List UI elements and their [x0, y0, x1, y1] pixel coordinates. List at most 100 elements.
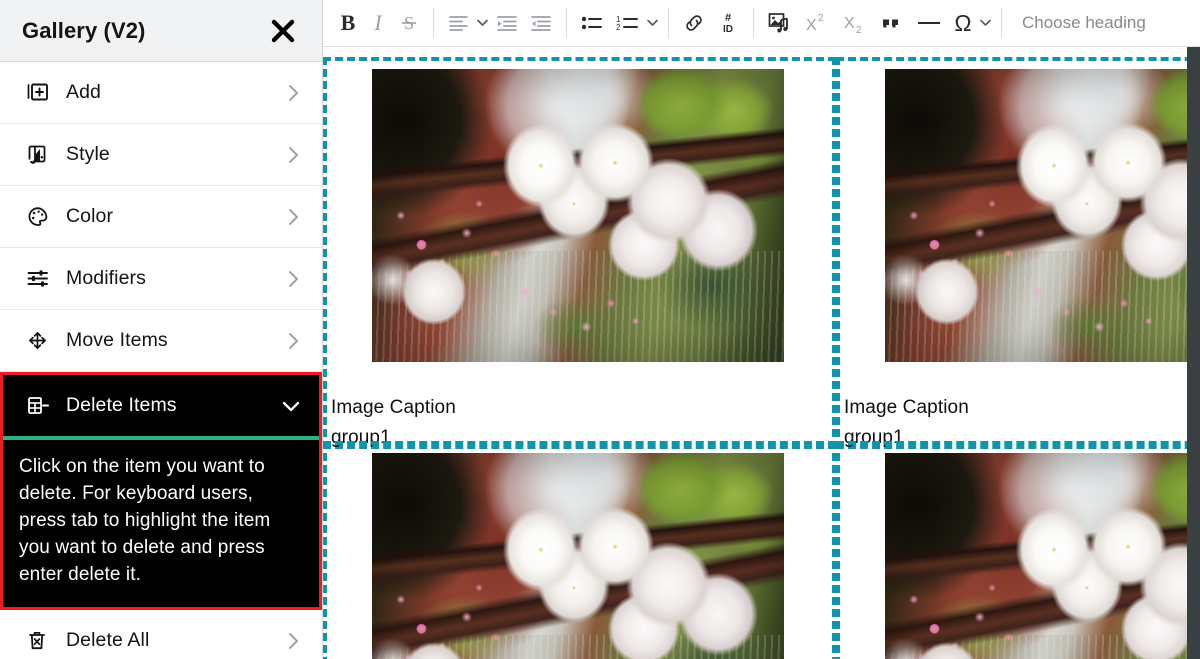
chevron-right-icon: [284, 269, 304, 289]
sidebar-item-delete-items[interactable]: Delete Items: [3, 375, 319, 436]
sidebar-menu: Add Style Color Modifiers Move Items Del…: [0, 62, 322, 659]
editor-toolbar: B I S 1 2 # ID X 2 X 2 Ω Choose heading: [323, 0, 1200, 47]
anchor-id-button[interactable]: # ID: [711, 3, 745, 43]
svg-text:X: X: [844, 15, 855, 32]
chevron-down-icon: [979, 19, 991, 26]
svg-text:2: 2: [818, 13, 824, 24]
move-arrows-icon: [24, 327, 52, 355]
list-dropdown[interactable]: [644, 19, 660, 27]
strikethrough-button[interactable]: S: [393, 3, 425, 43]
superscript-button[interactable]: X 2: [798, 3, 836, 43]
toolbar-separator: [1001, 8, 1002, 38]
sidebar-item-move-items[interactable]: Move Items: [0, 310, 322, 372]
photo-vignette: [885, 453, 1200, 659]
trash-x-icon: [24, 627, 52, 655]
gallery-item[interactable]: [323, 441, 836, 659]
indent-button[interactable]: [490, 3, 524, 43]
photo-vignette: [885, 69, 1200, 362]
numbered-list-button[interactable]: 1 2: [609, 3, 645, 43]
sidebar-item-style[interactable]: Style: [0, 124, 322, 186]
italic-glyph: I: [374, 10, 382, 35]
sidebar-item-add[interactable]: Add: [0, 62, 322, 124]
bullet-list-button[interactable]: [575, 3, 609, 43]
media-icon: [768, 12, 788, 32]
chevron-down-icon: [281, 396, 301, 416]
gallery-settings-sidebar: Gallery (V2) Add Style Color Modifiers M…: [0, 0, 323, 659]
delete-items-icon: [24, 392, 52, 420]
photo-vignette: [372, 453, 784, 659]
link-icon: [686, 15, 702, 31]
toolbar-separator: [566, 8, 567, 38]
gallery-item[interactable]: [836, 441, 1200, 659]
close-icon: [271, 19, 295, 42]
gallery-item[interactable]: Image Caption group1: [836, 57, 1200, 449]
sidebar-item-delete-all[interactable]: Delete All: [0, 609, 322, 659]
heading-select[interactable]: Choose heading: [1010, 13, 1146, 33]
gallery-item[interactable]: Image Caption group1: [323, 57, 836, 449]
sidebar-header: Gallery (V2): [0, 0, 322, 62]
editor-canvas: Image Caption group1 Image Caption group…: [323, 47, 1200, 659]
gallery-image[interactable]: [885, 453, 1200, 659]
image-caption: Image Caption: [844, 397, 969, 418]
indent-icon: [497, 16, 517, 31]
gallery-image[interactable]: [372, 69, 784, 362]
editor-window: B I S 1 2 # ID X 2 X 2 Ω Choose heading …: [0, 0, 1200, 659]
media-button[interactable]: [762, 3, 798, 43]
close-button[interactable]: [266, 14, 300, 48]
sidebar-scrollbar[interactable]: [1187, 47, 1200, 659]
numbered-list-icon: 1 2: [616, 15, 638, 31]
align-dropdown[interactable]: [474, 19, 490, 27]
sidebar-item-label: Delete Items: [66, 394, 177, 416]
horizontal-rule-button[interactable]: [910, 3, 948, 43]
subscript-icon: X 2: [844, 15, 862, 34]
toolbar-separator: [433, 8, 434, 38]
photo-vignette: [372, 69, 784, 362]
horizontal-rule-icon: [918, 22, 940, 24]
special-char-dropdown[interactable]: [977, 19, 993, 27]
delete-items-instructions: Click on the item you want to delete. Fo…: [3, 440, 319, 607]
strikethrough-icon: S: [402, 13, 416, 33]
chevron-right-icon: [284, 207, 304, 227]
sidebar-item-label: Delete All: [66, 629, 150, 652]
style-swatch-icon: [24, 141, 52, 169]
gallery-image[interactable]: [372, 453, 784, 659]
bold-glyph: B: [340, 10, 356, 35]
sidebar-item-color[interactable]: Color: [0, 186, 322, 248]
blockquote-button[interactable]: [874, 3, 910, 43]
quote-icon: [883, 19, 898, 28]
sidebar-item-label: Style: [66, 143, 110, 165]
svg-text:2: 2: [856, 25, 862, 34]
toolbar-separator: [753, 8, 754, 38]
sidebar-item-label: Color: [66, 205, 114, 227]
chevron-right-icon: [284, 83, 304, 103]
sidebar-item-label: Modifiers: [66, 267, 147, 289]
svg-text:X: X: [806, 17, 817, 34]
chevron-right-icon: [284, 331, 304, 351]
sidebar-item-label: Add: [66, 81, 101, 103]
omega-glyph: Ω: [954, 9, 972, 36]
gallery-image[interactable]: [885, 69, 1200, 362]
anchor-id-icon: # ID: [723, 12, 733, 35]
superscript-icon: X 2: [806, 13, 824, 34]
svg-text:2: 2: [616, 23, 621, 31]
sidebar-item-label: Move Items: [66, 329, 168, 351]
delete-items-panel: Delete Items Click on the item you want …: [0, 372, 322, 610]
svg-text:#: #: [725, 12, 731, 24]
sliders-icon: [24, 265, 52, 293]
subscript-button[interactable]: X 2: [836, 3, 874, 43]
outdent-icon: [531, 16, 551, 31]
bold-button[interactable]: B: [333, 3, 363, 43]
chevron-down-icon: [646, 19, 658, 26]
outdent-button[interactable]: [524, 3, 558, 43]
chevron-right-icon: [284, 145, 304, 165]
sidebar-item-modifiers[interactable]: Modifiers: [0, 248, 322, 310]
chevron-down-icon: [476, 19, 488, 26]
special-char-button[interactable]: Ω: [948, 3, 978, 43]
toolbar-separator: [668, 8, 669, 38]
svg-text:ID: ID: [723, 24, 733, 35]
bullet-list-icon: [581, 16, 602, 30]
italic-button[interactable]: I: [363, 3, 393, 43]
link-button[interactable]: [677, 3, 711, 43]
palette-icon: [24, 203, 52, 231]
align-button[interactable]: [442, 3, 475, 43]
